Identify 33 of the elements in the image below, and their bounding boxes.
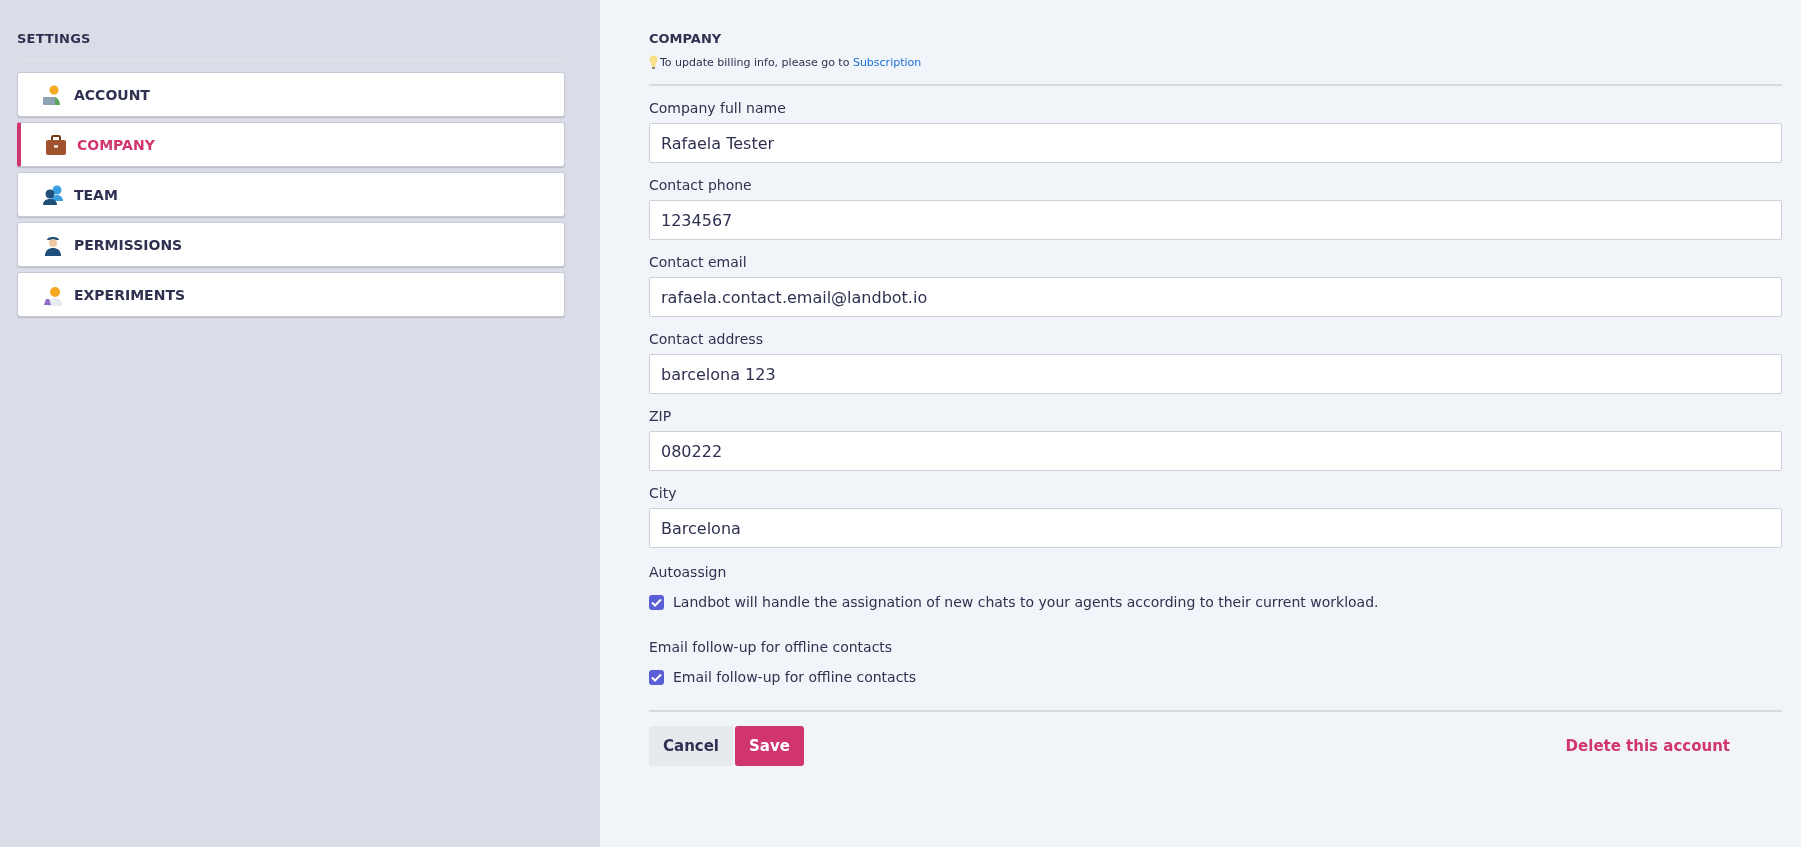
lightbulb-icon <box>649 55 658 69</box>
field-label: Contact address <box>649 331 764 347</box>
field-label: ZIP <box>649 408 673 424</box>
checkbox[interactable] <box>649 594 664 610</box>
input-field[interactable]: 1234567 <box>649 200 1782 240</box>
sidebar-item[interactable]: PERMISSIONS <box>17 222 565 267</box>
briefcase-icon <box>45 133 67 156</box>
settings-heading: SETTINGS <box>17 31 565 60</box>
sidebar-item[interactable]: ACCOUNT <box>17 72 565 117</box>
field-label: Company full name <box>649 100 787 116</box>
option-heading: Email follow-up for offline contacts <box>649 639 894 655</box>
sidebar-item[interactable]: COMPANY <box>17 122 565 167</box>
billing-hint: To update billing info, please go to Subscription <box>660 55 922 69</box>
section-title: COMPANY <box>649 31 723 46</box>
sidebar-item[interactable]: EXPERIMENTS <box>17 272 565 317</box>
input-field[interactable]: rafaela.contact.email@landbot.io <box>649 277 1782 317</box>
cancel-button[interactable]: Cancel <box>649 726 733 766</box>
save-button[interactable]: Save <box>735 726 804 766</box>
field-label: City <box>649 485 678 501</box>
checkbox-label: Email follow-up for offline contacts <box>673 669 917 685</box>
subscription-link[interactable]: Subscription <box>852 55 922 69</box>
two-people-icon <box>42 183 64 206</box>
checkbox[interactable] <box>649 669 664 685</box>
field-label: Contact phone <box>649 177 753 193</box>
option-heading: Autoassign <box>649 564 728 580</box>
field-label: Contact email <box>649 254 748 270</box>
sidebar-item[interactable]: TEAM <box>17 172 565 217</box>
delete-account-button[interactable]: Delete this account <box>1551 726 1744 766</box>
input-field[interactable]: 080222 <box>649 431 1782 471</box>
input-field[interactable]: Rafaela Tester <box>649 123 1782 163</box>
input-field[interactable]: barcelona 123 <box>649 354 1782 394</box>
checkbox-label: Landbot will handle the assignation of new chats to your agents according to their current workload. <box>673 594 1379 610</box>
input-field[interactable]: Barcelona <box>649 508 1782 548</box>
